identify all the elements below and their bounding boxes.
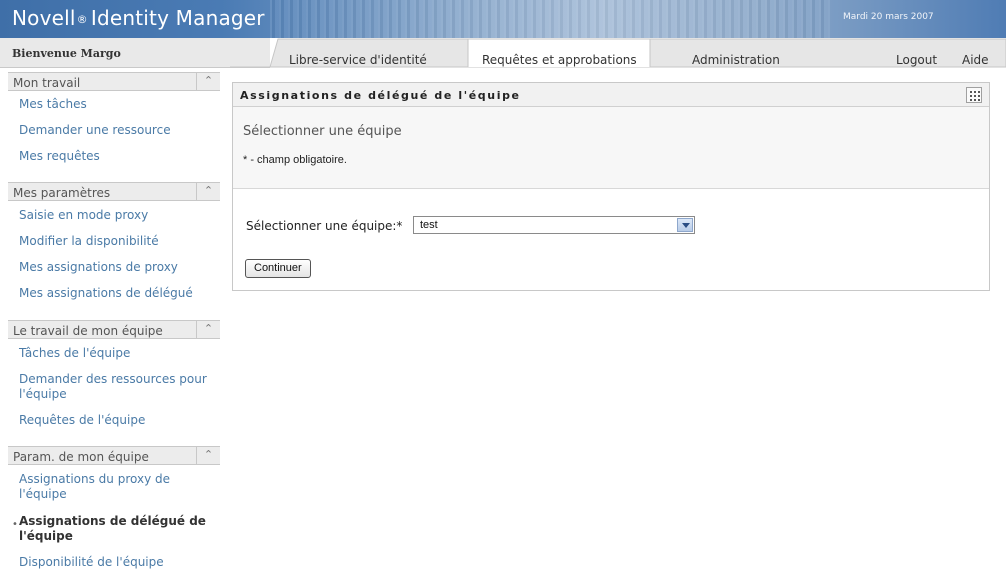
section-mon-travail[interactable]: Mon travail ⌃ xyxy=(8,72,220,91)
sidebar-item-assignations-delegue-equipe[interactable]: Assignations de délégué de l'équipe xyxy=(19,514,214,544)
team-select-value: test xyxy=(420,219,438,231)
active-bullet-icon: • xyxy=(12,519,18,530)
double-chevron-up-icon[interactable]: ⌃ xyxy=(196,72,220,91)
sidebar-item-mes-taches[interactable]: Mes tâches xyxy=(19,97,214,112)
double-chevron-up-icon[interactable]: ⌃ xyxy=(196,320,220,339)
sidebar-item-mes-assignations-proxy[interactable]: Mes assignations de proxy xyxy=(19,260,214,275)
logout-link[interactable]: Logout xyxy=(896,53,937,67)
registered-mark: ® xyxy=(76,13,88,26)
tab-requetes-approbations[interactable]: Requêtes et approbations xyxy=(482,53,637,67)
sidebar-item-disponibilite-equipe[interactable]: Disponibilité de l'équipe xyxy=(19,555,214,570)
section-title: Mes paramètres xyxy=(13,186,111,200)
double-chevron-up-icon[interactable]: ⌃ xyxy=(196,182,220,201)
panel-header: Assignations de délégué de l'équipe xyxy=(233,83,989,107)
main-panel: Assignations de délégué de l'équipe Séle… xyxy=(232,82,990,291)
double-chevron-up-icon[interactable]: ⌃ xyxy=(196,446,220,465)
continue-button[interactable]: Continuer xyxy=(245,259,311,278)
banner-texture xyxy=(270,0,830,38)
product-logo: Novell® Identity Manager xyxy=(12,6,265,30)
panel-subtitle: Sélectionner une équipe xyxy=(243,124,402,139)
section-travail-equipe[interactable]: Le travail de mon équipe ⌃ xyxy=(8,320,220,339)
brand-name: Novell xyxy=(12,6,76,30)
sidebar-item-saisie-proxy[interactable]: Saisie en mode proxy xyxy=(19,208,214,223)
team-select-label: Sélectionner une équipe:* xyxy=(246,219,403,233)
section-title: Le travail de mon équipe xyxy=(13,324,163,338)
sidebar: Mon travail ⌃ Mes tâches Demander une re… xyxy=(0,68,220,583)
team-select[interactable]: test xyxy=(413,216,695,234)
app-banner: Novell® Identity Manager Mardi 20 mars 20… xyxy=(0,0,1006,38)
sidebar-item-mes-assignations-delegue[interactable]: Mes assignations de délégué xyxy=(19,286,214,301)
grid-menu-icon[interactable] xyxy=(966,87,982,103)
tab-libre-service[interactable]: Libre-service d'identité xyxy=(289,53,427,67)
help-link[interactable]: Aide xyxy=(962,53,989,67)
current-date: Mardi 20 mars 2007 xyxy=(843,12,934,22)
product-name: Identity Manager xyxy=(90,6,265,30)
section-title: Mon travail xyxy=(13,76,81,90)
section-mes-parametres[interactable]: Mes paramètres ⌃ xyxy=(8,182,220,201)
required-note: * - champ obligatoire. xyxy=(243,154,347,166)
sidebar-item-assignations-proxy-equipe[interactable]: Assignations du proxy de l'équipe xyxy=(19,472,214,502)
panel-intro xyxy=(233,107,989,189)
section-title: Param. de mon équipe xyxy=(13,450,149,464)
sidebar-item-modifier-disponibilite[interactable]: Modifier la disponibilité xyxy=(19,234,214,249)
welcome-message: Bienvenue Margo xyxy=(12,47,121,60)
tab-administration[interactable]: Administration xyxy=(692,53,780,67)
sidebar-item-mes-requetes[interactable]: Mes requêtes xyxy=(19,149,214,164)
panel-title: Assignations de délégué de l'équipe xyxy=(240,89,521,102)
sidebar-item-demander-ressource[interactable]: Demander une ressource xyxy=(19,123,214,138)
sidebar-item-requetes-equipe[interactable]: Requêtes de l'équipe xyxy=(19,413,214,428)
section-param-equipe[interactable]: Param. de mon équipe ⌃ xyxy=(8,446,220,465)
chevron-down-icon[interactable] xyxy=(677,218,693,232)
sidebar-item-demander-ressources-equipe[interactable]: Demander des ressources pour l'équipe xyxy=(19,372,214,402)
sidebar-item-taches-equipe[interactable]: Tâches de l'équipe xyxy=(19,346,214,361)
